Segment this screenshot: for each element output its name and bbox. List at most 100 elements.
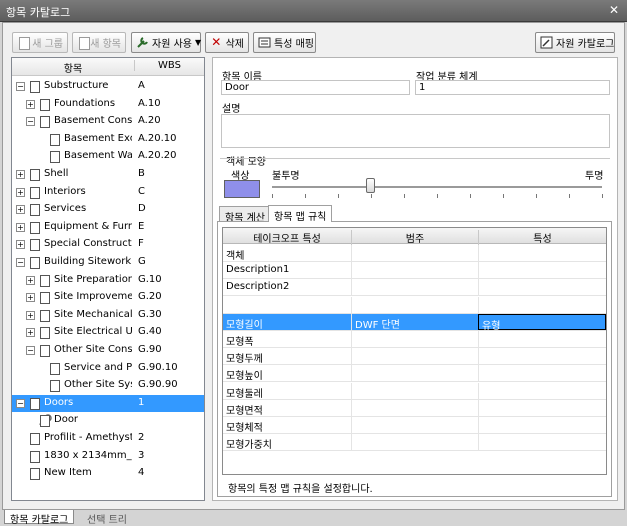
- tree-row[interactable]: New Item 4: [12, 465, 204, 482]
- tree-col-wbs[interactable]: WBS: [134, 60, 204, 71]
- grid-cell-takeoff-property[interactable]: 모형면적: [223, 400, 351, 417]
- grid-cell-takeoff-property[interactable]: Description2: [223, 279, 351, 295]
- grid-row[interactable]: 모형면적: [223, 399, 606, 417]
- collapse-icon[interactable]: −: [16, 82, 25, 91]
- tree-row[interactable]: − Doors 1: [12, 394, 204, 412]
- grid-cell-category[interactable]: [351, 382, 478, 399]
- grid-row[interactable]: 모형높이: [223, 365, 606, 383]
- grid-cell-category[interactable]: [351, 365, 478, 382]
- grid-cell-property[interactable]: [478, 262, 606, 279]
- resource-catalog-button[interactable]: 자원 카탈로그: [535, 32, 615, 53]
- grid-row[interactable]: Description2: [223, 279, 606, 297]
- grid-cell-takeoff-property[interactable]: 모형둘레: [223, 383, 351, 400]
- grid-cell-category[interactable]: [351, 262, 478, 279]
- collapse-icon[interactable]: −: [26, 346, 35, 355]
- map-rules-grid[interactable]: 테이크오프 특성 범주 특성 객체 Description1 Description…: [222, 227, 607, 475]
- grid-cell-category[interactable]: [351, 296, 478, 313]
- tree-row[interactable]: + Interiors C: [12, 184, 204, 201]
- grid-row[interactable]: 모형둘레: [223, 382, 606, 400]
- expand-icon[interactable]: +: [16, 222, 25, 232]
- item-tree[interactable]: 항목 WBS − Substructure A + Foundations A.10 − Ba…: [11, 57, 205, 501]
- tree-row[interactable]: + Shell B: [12, 166, 204, 183]
- expand-icon[interactable]: +: [16, 170, 25, 179]
- tree-row[interactable]: Service and Pe... G.90.10: [12, 360, 204, 377]
- grid-cell-category[interactable]: DWF 단면: [351, 313, 478, 331]
- expand-icon[interactable]: +: [26, 275, 35, 285]
- tab-selection-tree[interactable]: 선택 트리: [82, 510, 132, 526]
- tree-row[interactable]: − Other Site Const... G.90: [12, 342, 204, 359]
- tab-item-map-rules[interactable]: 항목 맵 규칙: [268, 205, 333, 223]
- tree-col-item[interactable]: 항목: [12, 60, 134, 75]
- grid-cell-takeoff-property[interactable]: Description1: [223, 262, 351, 278]
- grid-row[interactable]: Description1: [223, 262, 606, 280]
- grid-col-category[interactable]: 범주: [351, 230, 478, 245]
- grid-cell-takeoff-property[interactable]: 모형길이: [223, 313, 351, 331]
- grid-cell-property[interactable]: [478, 279, 606, 296]
- grid-cell-takeoff-property[interactable]: 모형가중치: [223, 434, 351, 451]
- expand-icon[interactable]: +: [16, 205, 25, 215]
- tree-row[interactable]: + Site Improvements G.20: [12, 289, 204, 307]
- tree-row[interactable]: + Site Preparation G.10: [12, 272, 204, 289]
- property-mapping-button[interactable]: 특성 매핑: [253, 32, 316, 53]
- grid-cell-property[interactable]: 유형: [478, 313, 606, 332]
- tree-row[interactable]: Door: [12, 412, 204, 429]
- grid-cell-category[interactable]: [351, 434, 478, 451]
- tree-row[interactable]: − Building Sitework G: [12, 254, 204, 271]
- grid-row[interactable]: [223, 296, 606, 314]
- wbs-field[interactable]: 1: [415, 80, 610, 95]
- close-icon[interactable]: ✕: [609, 3, 619, 17]
- grid-row[interactable]: 모형가중치: [223, 434, 606, 452]
- tree-row[interactable]: + Special Constructio... F: [12, 236, 204, 254]
- grid-cell-property[interactable]: [478, 417, 606, 433]
- grid-row[interactable]: 객체: [223, 245, 606, 262]
- description-field[interactable]: [221, 114, 610, 148]
- grid-cell-category[interactable]: [351, 279, 478, 296]
- item-name-field[interactable]: Door: [221, 80, 410, 95]
- tree-row[interactable]: + Services D: [12, 201, 204, 219]
- grid-cell-property[interactable]: [478, 331, 606, 347]
- expand-icon[interactable]: +: [16, 240, 25, 250]
- grid-cell-property[interactable]: [478, 399, 606, 416]
- grid-cell-category[interactable]: [351, 245, 478, 261]
- grid-cell-property[interactable]: [478, 296, 606, 313]
- grid-cell-takeoff-property[interactable]: 모형두께: [223, 348, 351, 365]
- use-resource-button[interactable]: 자원 사용 ▼: [131, 32, 201, 53]
- grid-cell-takeoff-property[interactable]: 모형폭: [223, 331, 351, 348]
- new-item-button[interactable]: 새 항목: [72, 32, 126, 53]
- tree-row[interactable]: Profilit - Amethyst 2: [12, 430, 204, 447]
- new-group-button[interactable]: 새 그룹: [12, 32, 68, 53]
- grid-cell-category[interactable]: [351, 399, 478, 416]
- tree-row[interactable]: + Foundations A.10: [12, 96, 204, 113]
- grid-col-property[interactable]: 특성: [478, 230, 606, 245]
- grid-cell-category[interactable]: [351, 348, 478, 365]
- expand-icon[interactable]: +: [26, 293, 35, 303]
- expand-icon[interactable]: +: [26, 310, 35, 320]
- delete-button[interactable]: ✕ 삭제: [205, 32, 249, 53]
- tree-row[interactable]: − Basement Constr... A.20: [12, 113, 204, 131]
- grid-cell-property[interactable]: [478, 348, 606, 365]
- expand-icon[interactable]: +: [26, 328, 35, 338]
- grid-cell-takeoff-property[interactable]: 모형체적: [223, 417, 351, 434]
- tab-item-catalog[interactable]: 항목 카탈로그: [4, 510, 75, 526]
- grid-cell-takeoff-property[interactable]: [223, 297, 351, 313]
- tab-item-calc[interactable]: 항목 계산: [219, 206, 271, 224]
- tree-row[interactable]: Other Site Syst... G.90.90: [12, 377, 204, 395]
- grid-row[interactable]: 모형두께: [223, 348, 606, 366]
- grid-row[interactable]: 모형길이 DWF 단면 유형: [223, 313, 606, 332]
- grid-row[interactable]: 모형체적: [223, 417, 606, 434]
- grid-row[interactable]: 모형폭: [223, 331, 606, 348]
- grid-cell-property[interactable]: [478, 245, 606, 261]
- tree-row[interactable]: + Equipment & Furni... E: [12, 219, 204, 236]
- color-swatch[interactable]: [224, 180, 260, 198]
- grid-cell-property[interactable]: [478, 434, 606, 451]
- grid-cell-property[interactable]: [478, 382, 606, 399]
- tree-row[interactable]: − Substructure A: [12, 78, 204, 95]
- transparency-slider-thumb[interactable]: [366, 178, 375, 193]
- expand-icon[interactable]: +: [26, 99, 35, 109]
- tree-row[interactable]: Basement Exca... A.20.10: [12, 131, 204, 148]
- tree-row[interactable]: 1830 x 2134mm_M... 3: [12, 448, 204, 465]
- tree-row[interactable]: + Site Electrical Uti... G.40: [12, 324, 204, 342]
- grid-col-takeoff-property[interactable]: 테이크오프 특성: [223, 230, 351, 245]
- collapse-icon[interactable]: −: [16, 258, 25, 267]
- tree-row[interactable]: + Site Mechanical... G.30: [12, 307, 204, 324]
